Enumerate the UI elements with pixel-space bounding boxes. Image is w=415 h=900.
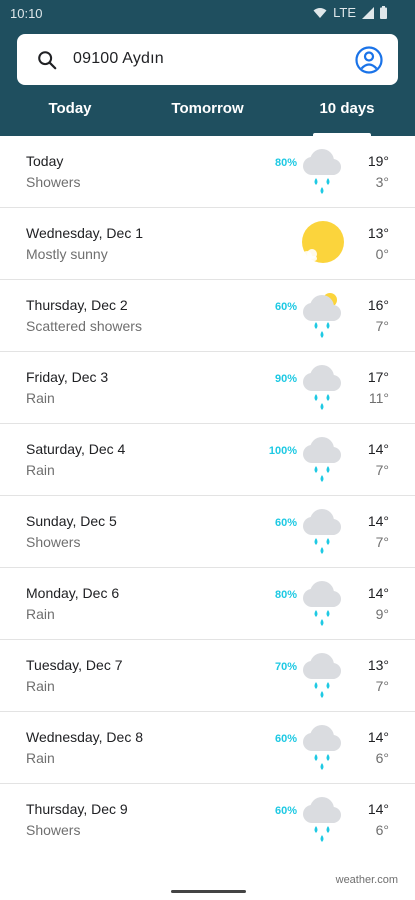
day-name: Today: [26, 153, 64, 169]
precip-chance: 100%: [268, 445, 297, 457]
forecast-row[interactable]: Wednesday, Dec 8 Rain 60% 14° 6°: [0, 712, 415, 784]
temp-high: 14°: [367, 513, 389, 529]
precip-chance: 80%: [274, 157, 297, 169]
day-name: Wednesday, Dec 8: [26, 729, 143, 745]
temp-low: 7°: [375, 462, 389, 478]
forecast-row[interactable]: Saturday, Dec 4 Rain 100% 14° 7°: [0, 424, 415, 496]
temp-low: 7°: [375, 534, 389, 550]
day-condition: Showers: [26, 534, 81, 550]
gesture-nav-handle[interactable]: [171, 890, 246, 893]
day-name: Thursday, Dec 9: [26, 801, 128, 817]
forecast-row[interactable]: Wednesday, Dec 1 Mostly sunny 13° 0°: [0, 208, 415, 280]
forecast-row[interactable]: Friday, Dec 3 Rain 90% 17° 11°: [0, 352, 415, 424]
temp-high: 14°: [367, 585, 389, 601]
temp-low: 9°: [375, 606, 389, 622]
search-input[interactable]: 09100 Aydın: [73, 50, 164, 68]
rain-icon: [303, 581, 341, 626]
showers-icon: [303, 509, 341, 554]
ten-day-forecast-list: Today Showers 80% 19° 3° Wednesday, Dec …: [0, 136, 415, 856]
rain-icon: [303, 365, 341, 410]
tab-tomorrow[interactable]: Tomorrow: [160, 100, 255, 136]
data-source-label[interactable]: weather.com: [336, 874, 398, 886]
day-condition: Mostly sunny: [26, 246, 108, 262]
tab-today[interactable]: Today: [30, 100, 110, 136]
precip-chance: 60%: [274, 517, 297, 529]
signal-icon: [362, 6, 374, 19]
temp-high: 17°: [367, 369, 389, 385]
showers-icon: [303, 797, 341, 842]
precip-chance: 90%: [274, 373, 297, 385]
precip-chance: 60%: [274, 301, 297, 313]
precip-chance: 60%: [274, 805, 297, 817]
forecast-row[interactable]: Monday, Dec 6 Rain 80% 14° 9°: [0, 568, 415, 640]
temp-high: 14°: [367, 441, 389, 457]
day-condition: Showers: [26, 174, 81, 190]
temp-low: 11°: [368, 390, 389, 406]
day-name: Friday, Dec 3: [26, 369, 109, 385]
scattered-showers-icon: [303, 293, 341, 338]
temp-low: 6°: [375, 822, 389, 838]
account-icon[interactable]: [354, 45, 384, 75]
status-icons: LTE: [313, 5, 387, 20]
temp-high: 16°: [367, 297, 389, 313]
wifi-icon: [313, 7, 327, 18]
app-header: 09100 Aydın Today Tomorrow 10 days: [0, 28, 415, 136]
temp-low: 3°: [375, 174, 389, 190]
temp-low: 0°: [375, 246, 389, 262]
day-condition: Rain: [26, 390, 55, 406]
day-condition: Rain: [26, 462, 55, 478]
status-bar: 10:10 LTE: [0, 0, 415, 28]
temp-high: 14°: [367, 729, 389, 745]
temp-high: 13°: [367, 225, 389, 241]
rain-icon: [303, 725, 341, 770]
forecast-row[interactable]: Tuesday, Dec 7 Rain 70% 13° 7°: [0, 640, 415, 712]
temp-high: 14°: [367, 801, 389, 817]
forecast-row[interactable]: Thursday, Dec 9 Showers 60% 14° 6°: [0, 784, 415, 856]
network-type: LTE: [333, 5, 356, 20]
temp-low: 6°: [375, 750, 389, 766]
precip-chance: 60%: [274, 733, 297, 745]
temp-high: 13°: [367, 657, 389, 673]
day-condition: Rain: [26, 750, 55, 766]
temp-low: 7°: [375, 318, 389, 334]
precip-chance: 80%: [274, 589, 297, 601]
day-condition: Showers: [26, 822, 81, 838]
forecast-row[interactable]: Today Showers 80% 19° 3°: [0, 136, 415, 208]
day-name: Wednesday, Dec 1: [26, 225, 143, 241]
precip-chance: 70%: [274, 661, 297, 673]
temp-low: 7°: [375, 678, 389, 694]
day-name: Thursday, Dec 2: [26, 297, 128, 313]
day-name: Tuesday, Dec 7: [26, 657, 123, 673]
search-icon[interactable]: [36, 49, 58, 71]
mostly-sunny-icon: [302, 221, 344, 263]
rain-icon: [303, 653, 341, 698]
showers-icon: [303, 149, 341, 194]
day-name: Saturday, Dec 4: [26, 441, 126, 457]
day-condition: Rain: [26, 678, 55, 694]
forecast-row[interactable]: Thursday, Dec 2 Scattered showers 60% 16…: [0, 280, 415, 352]
forecast-row[interactable]: Sunday, Dec 5 Showers 60% 14° 7°: [0, 496, 415, 568]
day-name: Sunday, Dec 5: [26, 513, 117, 529]
rain-icon: [303, 437, 341, 482]
tab-10-days[interactable]: 10 days: [306, 100, 388, 136]
day-condition: Scattered showers: [26, 318, 142, 334]
day-name: Monday, Dec 6: [26, 585, 120, 601]
status-time: 10:10: [10, 6, 43, 21]
battery-icon: [380, 6, 387, 19]
day-condition: Rain: [26, 606, 55, 622]
temp-high: 19°: [367, 153, 389, 169]
search-bar[interactable]: 09100 Aydın: [17, 34, 398, 85]
